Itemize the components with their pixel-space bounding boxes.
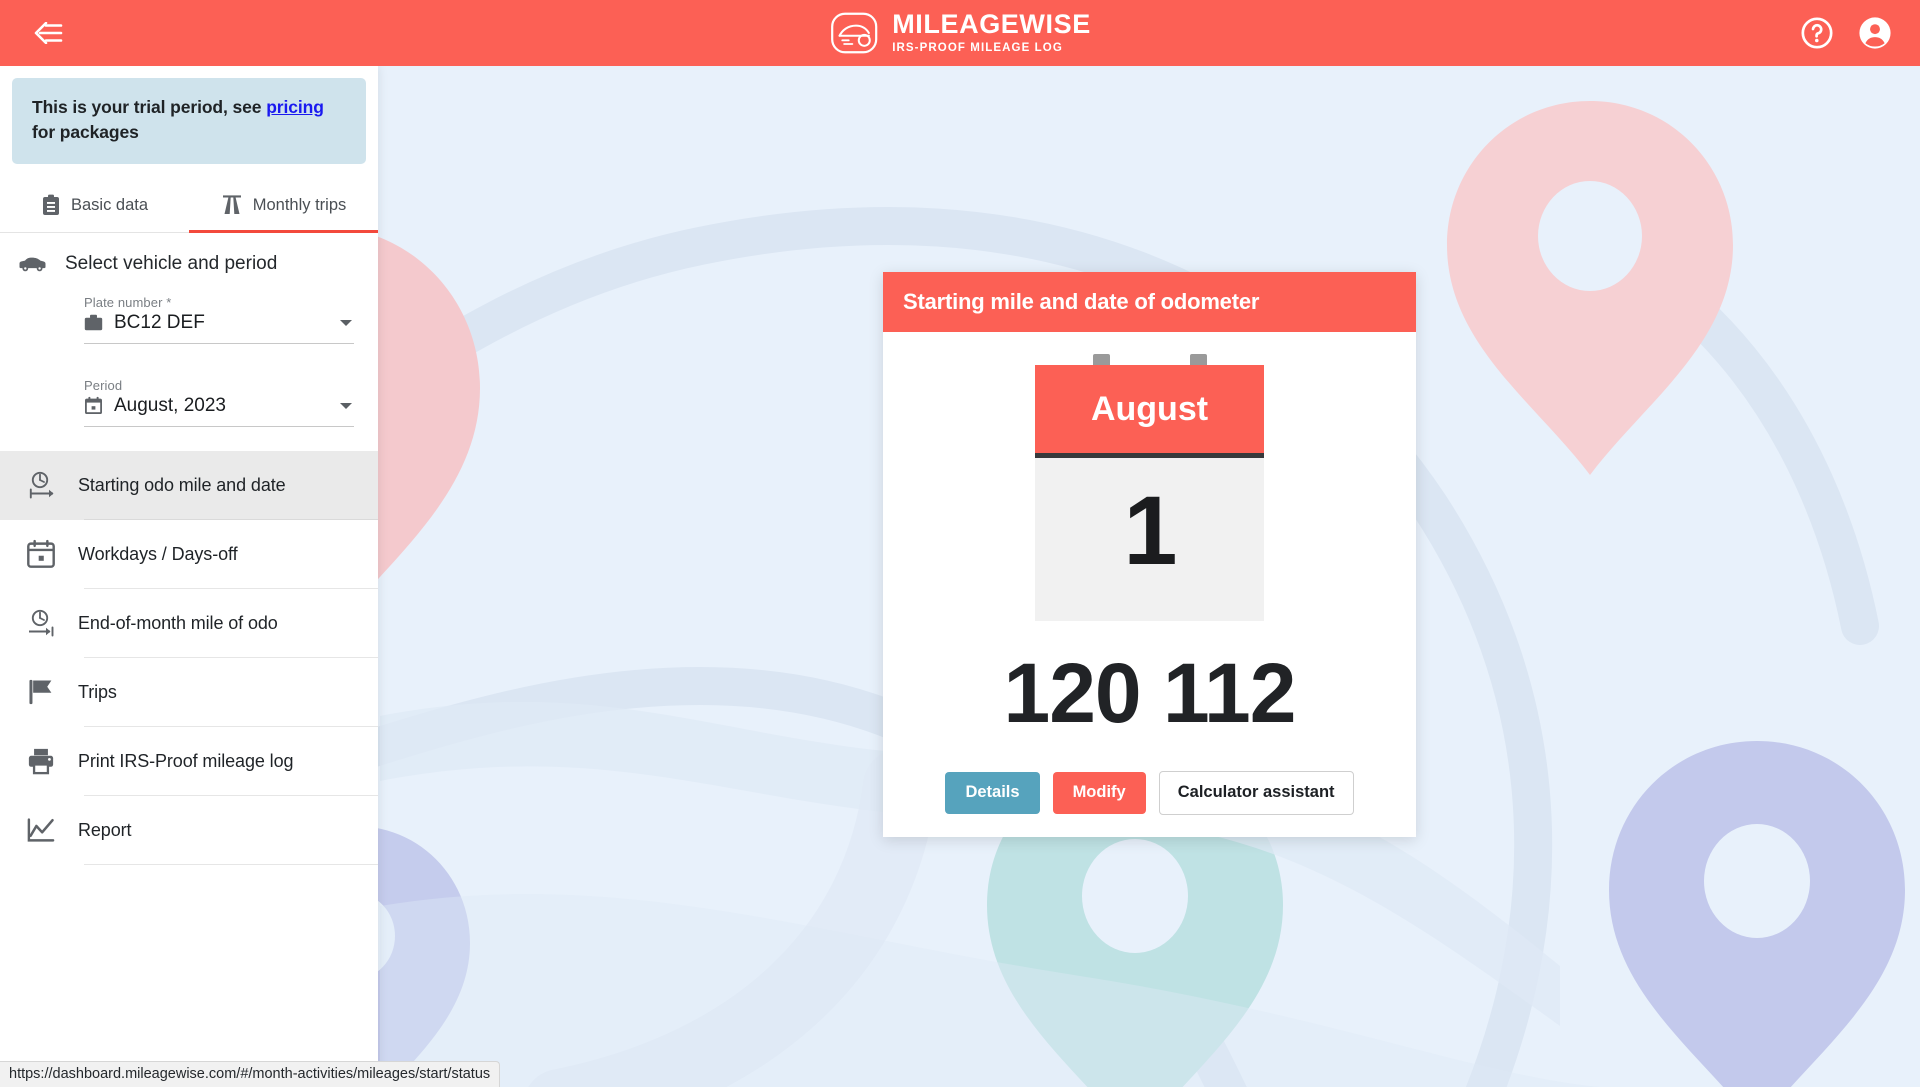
sidebar-item-end-of-month-label: End-of-month mile of odo (78, 612, 278, 633)
plate-number-field[interactable]: Plate number * BC12 DEF (84, 295, 354, 344)
sidebar: This is your trial period, see pricing f… (0, 66, 378, 1087)
calculator-assistant-button[interactable]: Calculator assistant (1158, 771, 1354, 815)
logo-subtitle: IRS-PROOF MILEAGE LOG (892, 42, 1063, 55)
calendar-month: August (1035, 365, 1264, 458)
select-vehicle-section-header: Select vehicle and period (0, 233, 378, 287)
header-actions (1800, 16, 1892, 50)
pricing-link[interactable]: pricing (266, 97, 324, 117)
period-field[interactable]: Period August, 2023 (84, 378, 354, 427)
sidebar-item-report-label: Report (78, 819, 132, 840)
line-chart-icon (27, 818, 55, 842)
sidebar-item-starting-odo-label: Starting odo mile and date (78, 474, 286, 495)
odometer-start-icon (29, 472, 54, 499)
tab-basic-data[interactable]: Basic data (0, 185, 189, 232)
calendar-day: 1 (1035, 458, 1264, 621)
plate-number-value: BC12 DEF (114, 311, 205, 333)
sidebar-item-print-log-label: Print IRS-Proof mileage log (78, 750, 294, 771)
mileagewise-car-logo-icon (831, 12, 878, 54)
trial-text-after: for packages (32, 121, 139, 142)
car-side-icon (19, 257, 46, 271)
menu-open-arrow-icon (34, 22, 63, 44)
sidebar-item-workdays[interactable]: Workdays / Days-off (0, 520, 378, 589)
trial-period-banner: This is your trial period, see pricing f… (12, 78, 366, 164)
account-circle-icon[interactable] (1858, 16, 1892, 50)
calendar-icon (85, 397, 102, 415)
chevron-down-icon[interactable] (340, 319, 352, 326)
period-label: Period (84, 377, 123, 393)
odometer-end-icon (29, 610, 54, 637)
period-value: August, 2023 (114, 394, 226, 416)
help-circle-icon[interactable] (1800, 16, 1834, 50)
sidebar-item-report[interactable]: Report (0, 796, 378, 865)
select-vehicle-section-title: Select vehicle and period (65, 252, 278, 274)
modal-button-row: Details Modify Calculator assistant (945, 771, 1354, 815)
chevron-down-icon[interactable] (340, 402, 352, 409)
tab-monthly-trips[interactable]: Monthly trips (189, 185, 378, 233)
tab-basic-data-label: Basic data (70, 195, 149, 214)
highway-road-icon (222, 195, 241, 215)
sidebar-item-end-of-month[interactable]: End-of-month mile of odo (0, 589, 378, 658)
modal-title: Starting mile and date of odometer (883, 272, 1416, 332)
printer-icon (28, 749, 54, 775)
details-button[interactable]: Details (945, 772, 1040, 814)
sidebar-item-workdays-label: Workdays / Days-off (78, 543, 238, 564)
sidebar-tabs: Basic data Monthly trips (0, 185, 378, 233)
plate-number-label: Plate number * (84, 294, 172, 310)
flag-icon (29, 680, 52, 705)
status-bar-url: https://dashboard.mileagewise.com/#/mont… (0, 1061, 501, 1087)
sidebar-item-print-log[interactable]: Print IRS-Proof mileage log (0, 727, 378, 796)
modify-button[interactable]: Modify (1052, 772, 1146, 814)
tab-monthly-trips-label: Monthly trips (252, 195, 347, 214)
clipboard-icon (42, 194, 59, 216)
modal-body: August 1 120 112 Details Modify Calculat… (883, 332, 1416, 837)
odometer-value: 120 112 (1003, 646, 1296, 740)
menu-toggle-button[interactable] (28, 13, 68, 53)
starting-odometer-modal: Starting mile and date of odometer Augus… (883, 272, 1416, 837)
briefcase-icon (84, 314, 103, 331)
period-select[interactable]: August, 2023 (84, 395, 354, 427)
sidebar-item-trips-label: Trips (78, 681, 117, 702)
app-header: MILEAGEWISE IRS-PROOF MILEAGE LOG (0, 0, 1920, 66)
app-logo[interactable]: MILEAGEWISE IRS-PROOF MILEAGE LOG (829, 11, 1091, 55)
plate-number-select[interactable]: BC12 DEF (84, 312, 354, 344)
calendar-icon (27, 540, 55, 569)
sidebar-item-starting-odo[interactable]: Starting odo mile and date (0, 450, 378, 520)
trial-text-before: This is your trial period, see (32, 97, 267, 117)
logo-title: MILEAGEWISE (892, 9, 1091, 40)
sidebar-item-trips[interactable]: Trips (0, 658, 378, 727)
calendar-widget: August 1 (1035, 354, 1264, 621)
sidebar-menu: Starting odo mile and date Workdays / Da… (0, 450, 378, 865)
